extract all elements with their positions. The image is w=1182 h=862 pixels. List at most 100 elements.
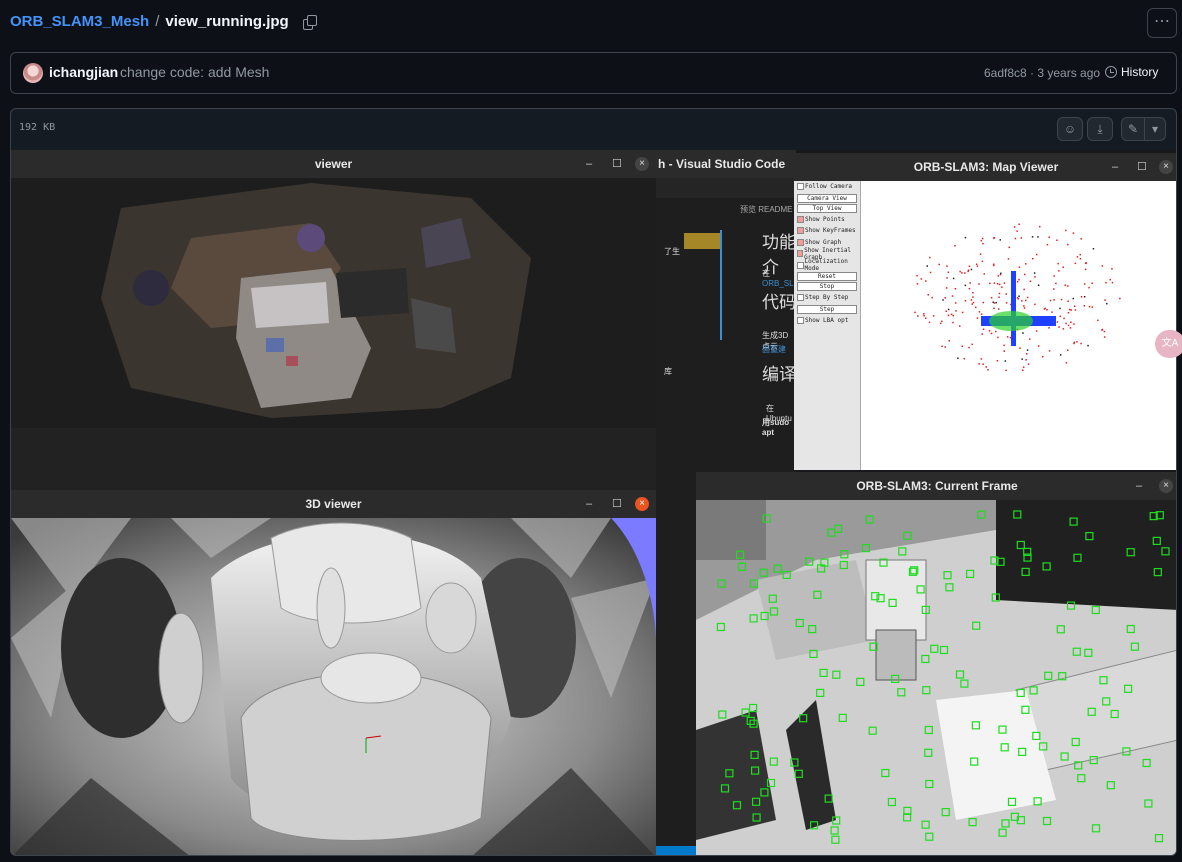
vscode-statusbar <box>656 846 696 855</box>
mesh-view[interactable] <box>11 518 656 856</box>
mv-camera-view-button[interactable]: Camera View <box>797 193 857 203</box>
map-point <box>968 265 971 268</box>
vscode-link[interactable]: 面重建 <box>762 344 786 355</box>
map-point <box>1101 328 1104 331</box>
map-point <box>1079 253 1081 256</box>
map-point <box>1080 238 1082 240</box>
mv-stop-button[interactable]: Stop <box>797 282 857 291</box>
map-point <box>954 288 957 290</box>
mv-top-view-button[interactable]: Top View <box>797 203 857 213</box>
map-point <box>1035 253 1038 256</box>
map-point <box>1056 239 1058 241</box>
map-point <box>926 265 928 267</box>
minimize-icon[interactable]: – <box>1112 153 1118 181</box>
map-point <box>947 271 950 273</box>
checkbox-icon[interactable] <box>797 183 804 191</box>
map-point <box>979 253 982 255</box>
edit-button[interactable]: ✎ <box>1121 117 1145 141</box>
avatar[interactable] <box>23 63 43 83</box>
minimize-icon[interactable]: – <box>1136 472 1142 500</box>
maximize-icon[interactable]: ☐ <box>612 490 622 518</box>
maximize-icon[interactable]: ☐ <box>1137 153 1147 181</box>
map-point <box>1087 344 1089 347</box>
map-point <box>1105 281 1107 284</box>
map-point <box>1074 262 1077 265</box>
mv-show-lba-opt[interactable]: Show LBA opt <box>794 315 860 327</box>
map-point <box>982 301 985 304</box>
close-icon[interactable]: × <box>1159 479 1173 493</box>
map-point <box>1064 284 1066 286</box>
mv-show-keyframes[interactable]: Show KeyFrames <box>794 225 860 237</box>
map-point <box>1055 282 1057 285</box>
map-point <box>1023 305 1025 307</box>
map-point <box>1067 312 1070 314</box>
maximize-icon[interactable]: ☐ <box>612 150 622 178</box>
map-point <box>1039 225 1041 228</box>
copilot-button[interactable]: ☺ <box>1057 117 1083 141</box>
download-button[interactable]: ⤓ <box>1087 117 1113 141</box>
mv-show-points[interactable]: Show Points <box>794 214 860 226</box>
checkbox-icon[interactable] <box>797 238 804 246</box>
map-point <box>970 268 973 271</box>
mv-step-button[interactable]: Step <box>797 304 857 314</box>
mv-localization-mode[interactable]: Localization Mode <box>794 258 860 272</box>
history-button[interactable]: History <box>1105 65 1158 79</box>
vscode-title: h - Visual Studio Code <box>656 150 796 178</box>
map-point <box>1042 355 1044 358</box>
map-point <box>1005 369 1007 372</box>
commit-author[interactable]: ichangjian <box>49 64 118 80</box>
map-point <box>1014 237 1017 240</box>
mv-reset-button[interactable]: Reset <box>797 272 857 281</box>
checkbox-icon[interactable] <box>797 294 804 302</box>
mv-step-by-step[interactable]: Step By Step <box>794 292 860 304</box>
breadcrumb: ORB_SLAM3_Mesh / view_running.jpg <box>10 13 317 30</box>
map-point <box>1018 223 1020 225</box>
map-viewer-window: ORB-SLAM3: Map Viewer – ☐ × Follow Camer… <box>794 153 1177 470</box>
close-icon[interactable]: × <box>635 497 649 511</box>
map-point <box>1013 226 1016 228</box>
map-point <box>1076 341 1078 343</box>
map-point <box>1067 349 1069 351</box>
map-point <box>955 302 957 304</box>
commit-message[interactable]: change code: add Mesh <box>120 64 269 80</box>
map-point <box>925 317 927 319</box>
copy-path-icon[interactable] <box>302 14 317 30</box>
translate-icon[interactable]: 文A <box>1155 330 1182 358</box>
checkbox-icon[interactable] <box>797 215 804 223</box>
map-point <box>1029 338 1031 340</box>
map-point <box>1067 324 1070 327</box>
map-point <box>1049 299 1052 302</box>
map-point <box>947 308 950 311</box>
minimize-icon[interactable]: – <box>586 490 592 518</box>
map-point <box>928 321 931 324</box>
map-viewer-canvas[interactable] <box>861 181 1177 470</box>
history-label: History <box>1121 65 1159 79</box>
map-point <box>963 358 966 360</box>
map-point <box>1006 336 1009 338</box>
vscode-para-1: 在ORB_SL <box>762 269 794 288</box>
more-options-button[interactable]: ⋯ <box>1147 8 1177 38</box>
checkbox-icon[interactable] <box>797 261 804 269</box>
checkbox-icon[interactable] <box>797 227 804 235</box>
3d-viewer-title: 3D viewer <box>305 497 362 511</box>
mv-follow-camera[interactable]: Follow Camera <box>794 181 860 193</box>
checkbox-icon[interactable] <box>797 250 804 258</box>
commit-sha-age[interactable]: 6adf8c8 · 3 years ago <box>984 66 1100 80</box>
close-icon[interactable]: × <box>1159 160 1173 174</box>
minimize-icon[interactable]: – <box>586 150 592 178</box>
current-frame-image[interactable] <box>696 500 1177 856</box>
download-icon: ⤓ <box>1097 122 1103 136</box>
map-point <box>916 283 919 285</box>
repo-link[interactable]: ORB_SLAM3_Mesh <box>10 13 149 30</box>
close-icon[interactable]: × <box>635 157 649 171</box>
edit-dropdown-button[interactable]: ▾ <box>1144 117 1166 141</box>
map-point <box>952 314 954 317</box>
checkbox-icon[interactable] <box>797 316 804 324</box>
map-point <box>944 297 946 299</box>
map-point <box>1044 307 1046 310</box>
map-point <box>1053 288 1055 290</box>
map-point <box>1072 232 1075 234</box>
map-point <box>1016 281 1019 283</box>
point-cloud-view[interactable] <box>11 178 656 490</box>
map-point <box>1073 305 1076 307</box>
